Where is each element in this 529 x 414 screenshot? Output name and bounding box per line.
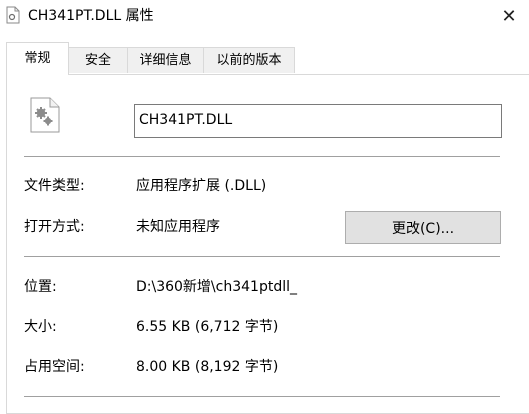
change-button[interactable]: 更改(C)... [345, 211, 501, 244]
window-title: CH341PT.DLL 属性 [28, 8, 154, 24]
tab-previous-versions[interactable]: 以前的版本 [203, 47, 295, 73]
tab-strip: 常规 安全 详细信息 以前的版本 [0, 42, 529, 75]
tab-security[interactable]: 安全 [68, 47, 128, 73]
dll-gear-file-icon [30, 97, 60, 133]
file-name-field[interactable]: CH341PT.DLL [134, 104, 502, 138]
close-button[interactable]: ✕ [489, 0, 529, 32]
dll-file-icon [6, 6, 20, 24]
open-with-value: 未知应用程序 [136, 219, 220, 235]
disk-size-label: 占用空间: [24, 359, 85, 375]
open-with-label: 打开方式: [24, 219, 85, 235]
disk-size-value: 8.00 KB (8,192 字节) [136, 359, 279, 375]
file-type-value: 应用程序扩展 (.DLL) [136, 178, 267, 194]
size-value: 6.55 KB (6,712 字节) [136, 319, 279, 335]
divider [24, 156, 500, 157]
tab-general[interactable]: 常规 [6, 42, 69, 75]
title-bar: CH341PT.DLL 属性 ✕ [0, 0, 529, 32]
close-icon: ✕ [501, 5, 517, 27]
divider [24, 256, 500, 257]
file-type-label: 文件类型: [24, 178, 85, 194]
divider [24, 396, 500, 397]
size-label: 大小: [24, 319, 57, 335]
tab-details[interactable]: 详细信息 [127, 47, 204, 73]
location-label: 位置: [24, 279, 57, 295]
location-value: D:\360新增\ch341ptdll_ [136, 279, 297, 295]
